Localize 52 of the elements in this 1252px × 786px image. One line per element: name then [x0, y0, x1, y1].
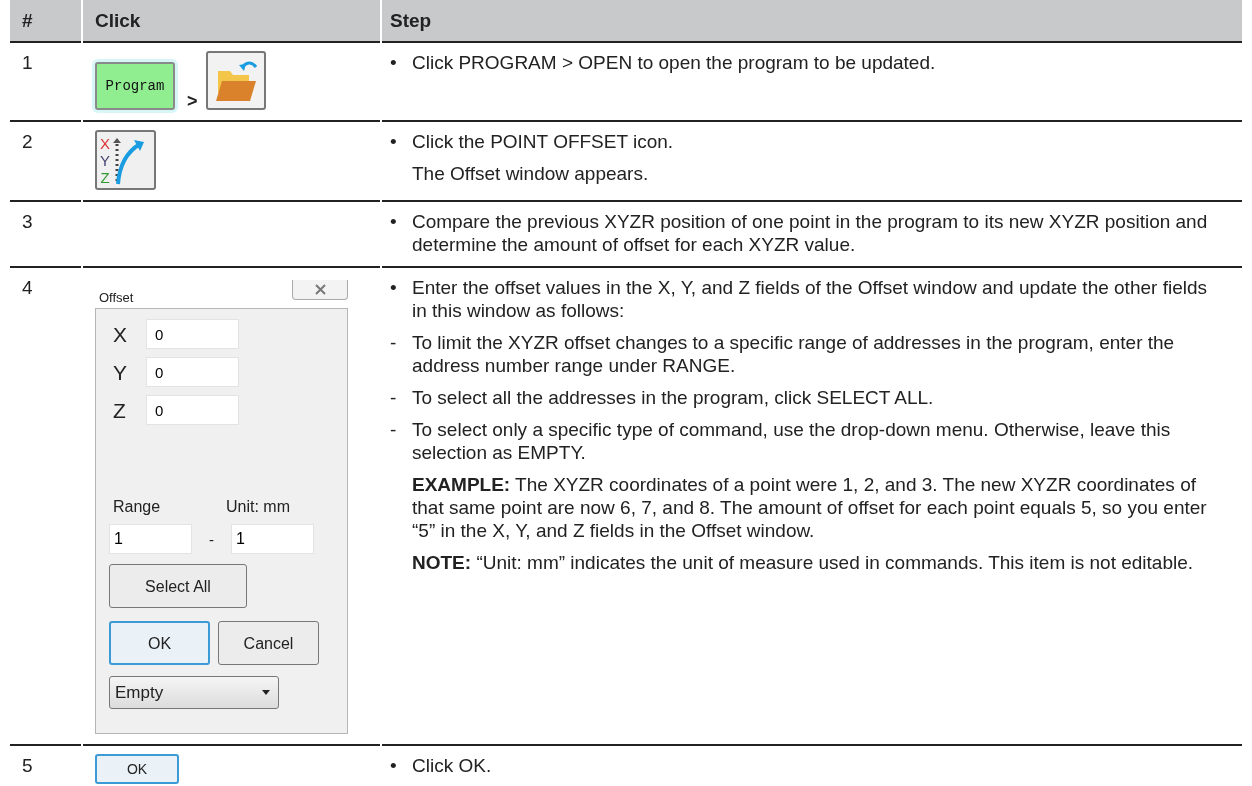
dash-mark: -	[390, 418, 398, 442]
close-icon	[314, 284, 326, 295]
program-button[interactable]: Program	[95, 62, 175, 110]
select-all-button[interactable]: Select All	[109, 564, 247, 608]
step-text: Click OK.	[412, 754, 492, 777]
row-number: 2	[10, 122, 81, 202]
step-text: Click PROGRAM > OPEN to open the program to be updated.	[412, 51, 936, 74]
coordinate-field[interactable]: 0	[146, 395, 239, 425]
row-number: 1	[10, 43, 81, 122]
column-header: Step	[382, 0, 1242, 43]
row-number: 4	[10, 268, 81, 746]
row-number: 5	[10, 746, 81, 786]
dropdown-value: Empty	[115, 682, 164, 704]
bullet-mark: •	[390, 130, 398, 153]
step-text: Compare the previous XYZR position of one point in the program to its new XYZR position and determine the amount of offset for each XYZR value.	[412, 210, 1209, 256]
field-label: Z	[112, 398, 127, 422]
ok-button[interactable]: OK	[95, 754, 179, 784]
bullet-mark: •	[390, 276, 398, 300]
step-text: Click the POINT OFFSET icon.	[412, 130, 674, 153]
step-text: NOTE: “Unit: mm” indicates the unit of measure used in commands. This item is not editable.	[412, 551, 1194, 574]
step-text: To select only a specific type of command, use the drop-down menu. Otherwise, leave this selection as EMPTY.	[412, 418, 1172, 464]
step-text: To limit the XYZR offset changes to a specific range of addresses in the program, enter the address number range under RANGE.	[412, 331, 1176, 377]
step-text: Enter the offset values in the X, Y, and Z fields of the Offset window and update the other fields in this window as follows:	[412, 276, 1208, 322]
row-number: 3	[10, 202, 81, 268]
field-label: Y	[112, 360, 128, 384]
column-header: #	[10, 0, 81, 43]
column-header: Click	[83, 0, 380, 43]
ok-button[interactable]: OK	[109, 621, 210, 665]
step-text: The Offset window appears.	[412, 162, 649, 185]
command-type-dropdown[interactable]: Empty	[109, 676, 279, 709]
bullet-mark: •	[390, 754, 398, 777]
range-to-field[interactable]: 1	[231, 524, 314, 554]
coordinate-field[interactable]: 0	[146, 319, 239, 349]
open-folder-button[interactable]	[205, 51, 266, 110]
coordinate-field[interactable]: 0	[146, 357, 239, 387]
range-label: Range	[113, 497, 162, 517]
dialog-title: Offset	[98, 289, 134, 307]
step-text: EXAMPLE: The XYZR coordinates of a point were 1, 2, and 3. The new XYZR coordinates of that same point are now 6, 7, and 8. The amount of offset for each point equals 5, so you enter “5” in the X, Y, and Z fields in the Offset window.	[412, 473, 1208, 542]
cancel-button[interactable]: Cancel	[218, 621, 319, 665]
unit-label: Unit: mm	[226, 497, 290, 517]
caret-icon	[262, 690, 270, 695]
bullet-mark: •	[390, 210, 398, 234]
step-text: To select all the addresses in the program, click SELECT ALL.	[412, 386, 934, 409]
range-from-field[interactable]: 1	[109, 524, 192, 554]
bullet-mark: •	[390, 51, 398, 74]
dash-mark: -	[390, 386, 398, 409]
point-offset-button[interactable]: X Y Z	[95, 130, 156, 190]
range-dash: -	[208, 529, 215, 550]
dash-mark: -	[390, 331, 398, 355]
field-label: X	[112, 322, 128, 346]
separator-text: >	[187, 92, 198, 110]
close-button[interactable]	[292, 280, 348, 300]
